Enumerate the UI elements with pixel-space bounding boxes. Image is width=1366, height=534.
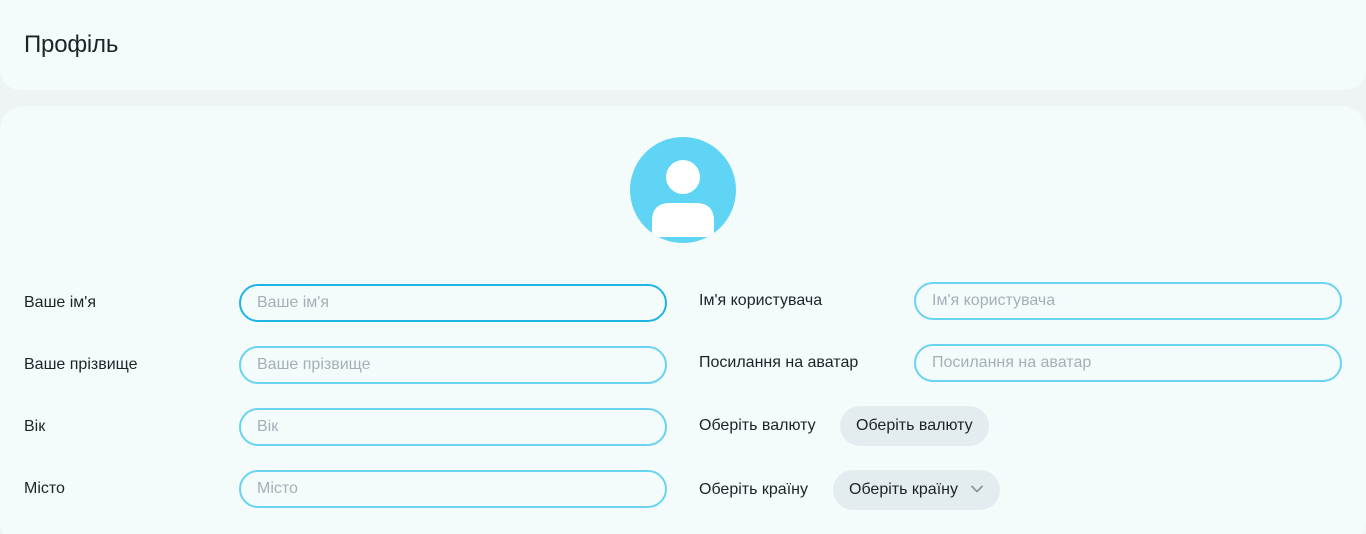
header-card: Профіль [0, 0, 1366, 90]
city-input[interactable] [239, 470, 667, 508]
currency-label: Оберіть валюту [699, 417, 816, 434]
chevron-down-icon [970, 481, 984, 499]
country-label: Оберіть країну [699, 481, 808, 498]
age-label: Вік [24, 418, 46, 435]
page-title: Профіль [24, 31, 119, 58]
city-label: Місто [24, 480, 65, 497]
first-name-label: Ваше ім'я [24, 294, 97, 311]
avatar-url-label: Посилання на аватар [699, 354, 859, 371]
first-name-input[interactable] [239, 284, 667, 322]
currency-select-label: Оберіть валюту [856, 417, 973, 434]
avatar-url-input[interactable] [914, 344, 1342, 382]
country-select-label: Оберіть країну [849, 481, 958, 498]
last-name-label: Ваше прізвище [24, 356, 138, 373]
last-name-input[interactable] [239, 346, 667, 384]
country-select[interactable]: Оберіть країну [833, 470, 1000, 510]
age-input[interactable] [239, 408, 667, 446]
username-label: Ім'я користувача [699, 292, 823, 309]
username-input[interactable] [914, 282, 1342, 320]
user-avatar-icon[interactable] [630, 137, 736, 243]
currency-select[interactable]: Оберіть валюту [840, 406, 989, 446]
